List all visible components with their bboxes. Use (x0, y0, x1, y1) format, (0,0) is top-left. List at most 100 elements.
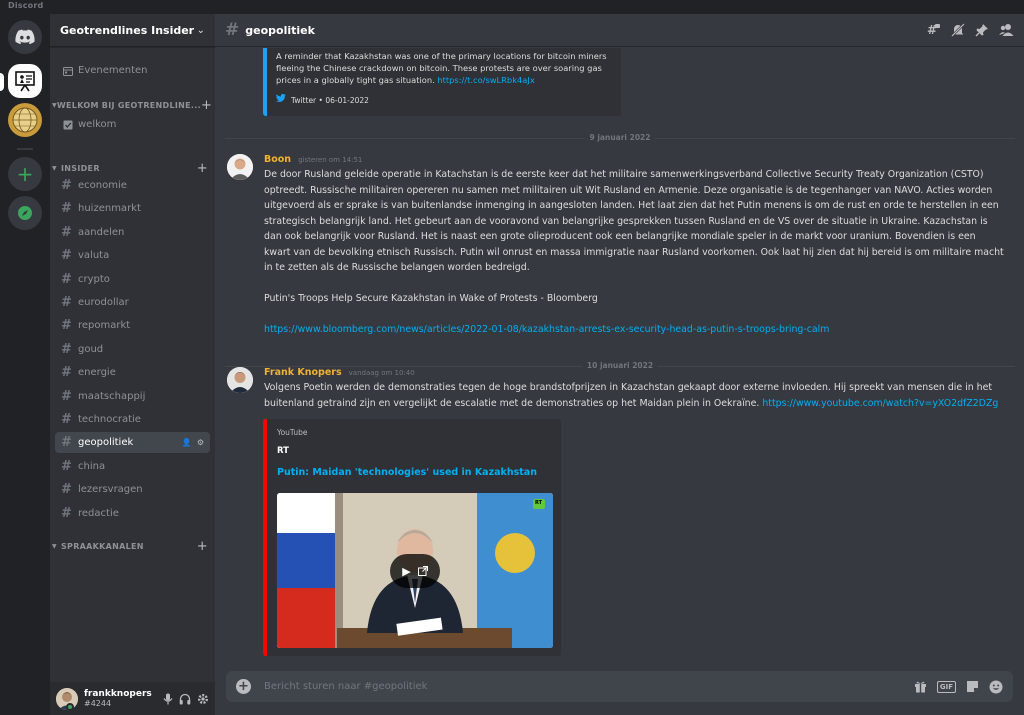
message-author-avatar[interactable] (227, 367, 253, 393)
active-server-indicator (0, 73, 4, 91)
text-channel-icon: # (61, 295, 72, 310)
message-author-name[interactable]: Boon (264, 154, 291, 165)
guild-name: Geotrendlines Insider (60, 23, 195, 37)
channel-eurodollar[interactable]: # eurodollar (55, 292, 210, 313)
embed-provider[interactable]: YouTube (277, 428, 551, 437)
video-thumbnail[interactable]: RT ▶ (277, 493, 553, 648)
settings-gear-icon[interactable] (197, 693, 209, 705)
microphone-icon[interactable] (163, 693, 173, 705)
collapse-arrow-icon: ▼ (52, 164, 57, 172)
channel-name: economie (78, 180, 127, 191)
message-timestamp: gisteren om 14:51 (298, 156, 363, 164)
plus-icon: + (16, 162, 34, 186)
play-icon[interactable]: ▶ (402, 565, 410, 578)
text-channel-icon: # (61, 178, 72, 193)
compass-icon (17, 205, 33, 221)
video-play-controls[interactable]: ▶ (390, 554, 440, 588)
message-composer: + Bericht sturen naar #geopolitiek GIF (226, 671, 1013, 702)
category-label: WELKOM BIJ GEOTRENDLINE... (56, 100, 201, 110)
explore-servers-button[interactable] (8, 196, 42, 230)
channel-welkom[interactable]: welkom (55, 114, 210, 135)
channel-repomarkt[interactable]: # repomarkt (55, 315, 210, 336)
user-tag: #4244 (84, 698, 112, 708)
channel-maatschappij[interactable]: # maatschappij (55, 386, 210, 407)
text-channel-icon: # (61, 201, 72, 217)
message-link[interactable]: https://www.bloomberg.com/news/articles/… (264, 322, 1004, 338)
text-channel-icon: # (61, 388, 72, 404)
channel-sidebar: Geotrendlines Insider ⌄ Evenementen ▼ WEL… (50, 14, 215, 715)
mute-notifications-icon[interactable] (951, 23, 965, 37)
message-content: De door Rusland geleide operatie in Kata… (264, 167, 1004, 338)
online-status-indicator (66, 703, 74, 711)
sticker-icon[interactable] (966, 680, 979, 693)
channel-valuta[interactable]: # valuta (55, 245, 210, 266)
member-list-icon[interactable] (999, 23, 1014, 37)
gift-icon[interactable] (914, 680, 927, 693)
channel-technocratie[interactable]: # technocratie (55, 409, 210, 430)
add-server-button[interactable]: + (8, 157, 42, 191)
tweet-embed: A reminder that Kazakhstan was one of th… (263, 48, 621, 116)
channel-geopolitiek[interactable]: # geopolitiek 👤 ⚙ (55, 432, 210, 454)
calendar-icon (61, 66, 74, 76)
tweet-link[interactable]: https://t.co/swLRbk4aJx (437, 75, 534, 85)
presentation-icon (14, 70, 36, 92)
message-quote-text: Putin's Troops Help Secure Kazakhstan in… (264, 293, 598, 304)
text-channel-icon: # (61, 458, 72, 474)
emoji-icon[interactable] (989, 680, 1003, 694)
upload-plus-icon[interactable]: + (236, 679, 251, 694)
channel-settings-gear-icon[interactable]: ⚙ (197, 438, 204, 447)
text-channel-icon: # (61, 248, 72, 264)
message-list: A reminder that Kazakhstan was one of th… (215, 48, 1024, 671)
message-author-name[interactable]: Frank Knopers (264, 367, 342, 378)
message-author-avatar[interactable] (227, 154, 253, 180)
channel-redactie[interactable]: # redactie (55, 503, 210, 524)
channel-crypto[interactable]: # crypto (55, 269, 210, 290)
channel-name: technocratie (78, 414, 141, 425)
message-input[interactable]: Bericht sturen naar #geopolitiek (264, 681, 914, 692)
channel-economie[interactable]: # economie (55, 175, 210, 196)
channel-name: energie (78, 367, 116, 379)
server-geotrendlines[interactable] (8, 64, 42, 98)
tweet-embed-footer: Twitter • 06-01-2022 (276, 93, 611, 106)
channel-huizenmarkt[interactable]: # huizenmarkt (55, 198, 210, 219)
guild-header[interactable]: Geotrendlines Insider ⌄ (50, 14, 215, 47)
app-name: Discord (8, 1, 44, 10)
threads-icon[interactable]: # (927, 23, 941, 37)
discord-logo-icon (15, 29, 35, 45)
channel-category[interactable]: ▼ WELKOM BIJ GEOTRENDLINE... + (52, 98, 212, 112)
channel-energie[interactable]: # energie (55, 362, 210, 383)
pinned-messages-icon[interactable] (975, 23, 989, 37)
tweet-footer-text: Twitter • 06-01-2022 (291, 95, 369, 105)
embed-title[interactable]: Putin: Maidan 'technologies' used in Kaz… (277, 467, 551, 478)
category-label: SPRAAKKANALEN (61, 541, 144, 551)
rail-separator (17, 148, 33, 150)
create-channel-plus-icon[interactable]: + (197, 161, 208, 175)
gif-picker-icon[interactable]: GIF (936, 680, 956, 693)
create-channel-plus-icon[interactable]: + (197, 539, 208, 553)
server-globe[interactable] (8, 103, 42, 137)
embed-author[interactable]: RT (277, 446, 551, 456)
create-channel-plus-icon[interactable]: + (201, 98, 212, 112)
channel-name: crypto (78, 273, 110, 285)
window-titlebar: Discord (0, 0, 1024, 14)
events-link[interactable]: Evenementen (55, 60, 210, 81)
open-external-icon[interactable] (417, 566, 428, 576)
headphones-icon[interactable] (179, 693, 191, 705)
channel-name: goud (78, 343, 104, 355)
message-link[interactable]: https://www.youtube.com/watch?v=yXO2dfZ2… (762, 398, 998, 409)
category-label: INSIDER (61, 163, 100, 173)
home-button[interactable] (8, 20, 42, 54)
chat-area: # geopolitiek # A reminder that Kazakhst… (215, 14, 1024, 715)
user-info[interactable]: frankknopers #4244 (84, 689, 163, 709)
channel-china[interactable]: # china (55, 456, 210, 477)
channel-lezersvragen[interactable]: # lezersvragen (55, 479, 210, 500)
channel-category[interactable]: ▼ INSIDER + (52, 161, 212, 175)
invite-user-icon[interactable]: 👤 (182, 438, 192, 447)
text-channel-icon: # (61, 318, 72, 334)
text-channel-icon: # (61, 482, 72, 498)
text-channel-icon: # (61, 505, 72, 521)
channel-goud[interactable]: # goud (55, 339, 210, 360)
text-channel-icon: # (225, 20, 240, 40)
channel-category[interactable]: ▼ SPRAAKKANALEN + (52, 539, 212, 553)
channel-aandelen[interactable]: # aandelen (55, 222, 210, 243)
